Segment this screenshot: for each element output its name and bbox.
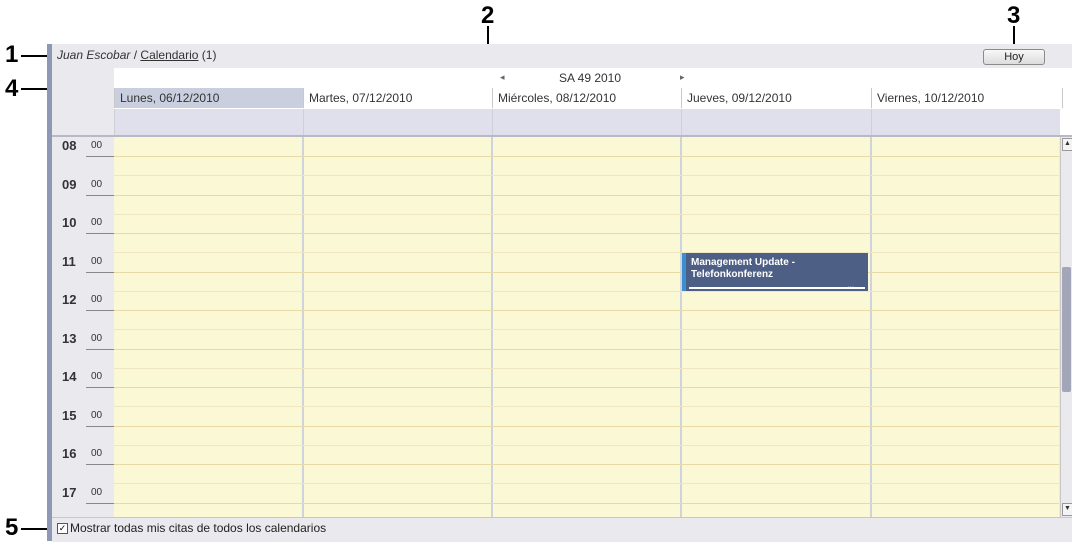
- day-header-monday[interactable]: Lunes, 06/12/2010: [114, 88, 303, 108]
- minute-label: 00: [91, 332, 103, 344]
- breadcrumb-calendar-link[interactable]: Calendario: [140, 48, 198, 62]
- hour-gridline: [114, 233, 1059, 234]
- callout-3: 3: [1007, 2, 1021, 29]
- show-all-appointments-checkbox[interactable]: ✓: [57, 523, 68, 534]
- minute-label: 00: [91, 294, 103, 305]
- minute-label: 00: [91, 486, 103, 498]
- half-hour-gridline: [114, 175, 1059, 176]
- half-hour-gridline: [114, 367, 1059, 369]
- scroll-down-icon[interactable]: ▼: [1062, 503, 1072, 516]
- show-all-appointments-label[interactable]: Mostrar todas mis citas de todos los cal…: [70, 521, 326, 535]
- hour-label: 16: [62, 446, 77, 461]
- time-gutter-header: [52, 68, 114, 138]
- hour-gridline: [114, 425, 1059, 427]
- appointment-status-bar: [689, 287, 865, 289]
- minute-divider: [86, 348, 114, 350]
- callout-1: 1: [5, 41, 19, 68]
- breadcrumb-separator: /: [130, 48, 141, 62]
- half-hour-gridline: [114, 213, 1059, 215]
- breadcrumb-user[interactable]: Juan Escobar: [57, 48, 130, 62]
- hour-label: 09: [62, 176, 77, 192]
- minute-divider: [86, 464, 114, 465]
- appointment-stripe: [682, 253, 686, 291]
- half-hour-gridline: [114, 406, 1059, 407]
- half-hour-gridline: [114, 252, 1059, 253]
- allday-cell-friday[interactable]: [871, 109, 1060, 135]
- half-hour-gridline: [114, 483, 1059, 484]
- minute-divider: [86, 271, 114, 273]
- hour-gridline: [114, 348, 1059, 350]
- scroll-up-icon[interactable]: ▲: [1062, 138, 1072, 151]
- minute-label: 00: [91, 217, 103, 228]
- hour-gridline: [114, 194, 1059, 196]
- vertical-scrollbar[interactable]: ▲ ▼: [1060, 137, 1072, 517]
- minute-label: 00: [91, 140, 103, 151]
- day-header-tuesday[interactable]: Martes, 07/12/2010: [303, 88, 492, 108]
- next-week-icon[interactable]: ▸: [680, 72, 685, 83]
- day-header-wednesday[interactable]: Miércoles, 08/12/2010: [492, 88, 681, 108]
- minute-divider: [86, 425, 114, 427]
- hour-label: 08: [62, 138, 77, 153]
- breadcrumb-count: (1): [198, 48, 217, 62]
- hour-label: 10: [62, 215, 77, 230]
- appointment-management-update[interactable]: Management Update - Telefonkonferenz ...: [682, 253, 868, 291]
- hour-label: 15: [62, 407, 77, 423]
- hour-gridline: [114, 156, 1059, 157]
- hour-gridline: [114, 464, 1059, 465]
- minute-divider: [86, 387, 114, 388]
- week-navigator: ◂ SA 49 2010 ▸: [495, 70, 685, 86]
- allday-cell-wednesday[interactable]: [492, 109, 681, 135]
- half-hour-gridline: [114, 290, 1059, 292]
- hour-gridline: [114, 502, 1059, 504]
- hour-label: 14: [62, 369, 77, 384]
- callout-5: 5: [5, 514, 19, 541]
- half-hour-gridline: [114, 444, 1059, 446]
- hour-label: 12: [62, 292, 77, 307]
- minute-divider: [86, 233, 114, 234]
- week-label: SA 49 2010: [558, 71, 622, 85]
- allday-cell-thursday[interactable]: [681, 109, 871, 135]
- hour-label: 13: [62, 330, 77, 346]
- minute-label: 00: [91, 255, 103, 267]
- minute-label: 00: [91, 371, 103, 382]
- minute-divider: [86, 310, 114, 311]
- breadcrumb: Juan Escobar / Calendario (1): [57, 48, 216, 62]
- time-grid[interactable]: [114, 137, 1059, 517]
- appointment-more-icon[interactable]: ...: [847, 282, 854, 290]
- today-button[interactable]: Hoy: [983, 49, 1045, 65]
- day-header-friday[interactable]: Viernes, 10/12/2010: [871, 88, 1063, 108]
- callout-4: 4: [5, 75, 19, 102]
- minute-divider: [86, 194, 114, 196]
- callout-2: 2: [481, 2, 495, 29]
- appointment-title: Management Update - Telefonkonferenz: [691, 257, 795, 280]
- footer-bar: ✓ Mostrar todas mis citas de todos los c…: [52, 517, 1072, 542]
- minute-label: 00: [91, 448, 103, 459]
- day-header-thursday[interactable]: Jueves, 09/12/2010: [681, 88, 871, 108]
- hour-label: 11: [62, 253, 76, 269]
- minute-label: 00: [91, 178, 103, 190]
- minute-label: 00: [91, 409, 103, 421]
- minute-divider: [86, 156, 114, 157]
- allday-cell-tuesday[interactable]: [303, 109, 492, 135]
- hour-gridline: [114, 310, 1059, 311]
- hour-gridline: [114, 387, 1059, 388]
- allday-cell-monday[interactable]: [114, 109, 303, 135]
- half-hour-gridline: [114, 329, 1059, 330]
- hour-gridline: [114, 271, 1059, 273]
- hour-label: 17: [62, 484, 77, 500]
- minute-divider: [86, 502, 114, 504]
- scrollbar-thumb[interactable]: [1062, 267, 1071, 392]
